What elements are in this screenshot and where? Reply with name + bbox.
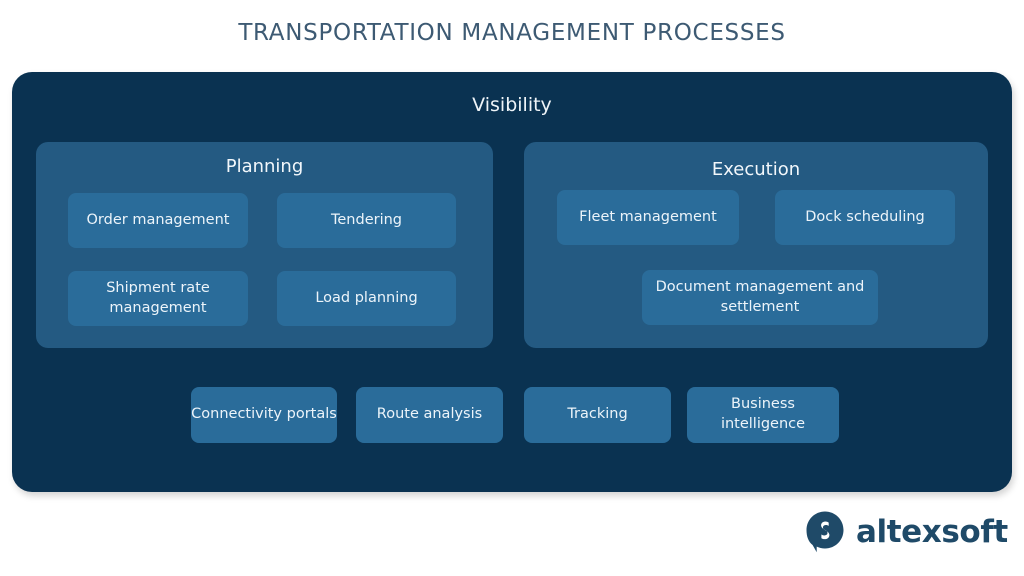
card-shipment-rate-management[interactable]: Shipment rate management: [68, 271, 248, 326]
card-connectivity-portals[interactable]: Connectivity portals: [191, 387, 337, 443]
group-planning: Planning Order management Tendering Ship…: [36, 142, 493, 348]
card-business-intelligence[interactable]: Business intelligence: [687, 387, 839, 443]
card-load-planning[interactable]: Load planning: [277, 271, 456, 326]
card-tracking[interactable]: Tracking: [524, 387, 671, 443]
speech-bubble-s-icon: [803, 510, 847, 554]
card-fleet-management[interactable]: Fleet management: [557, 190, 739, 245]
card-route-analysis[interactable]: Route analysis: [356, 387, 503, 443]
altexsoft-logo: altexsoft: [803, 510, 1008, 554]
visibility-panel: Visibility Planning Order management Ten…: [12, 72, 1012, 492]
card-order-management[interactable]: Order management: [68, 193, 248, 248]
group-title-planning: Planning: [225, 156, 304, 177]
logo-wordmark: altexsoft: [856, 513, 1008, 550]
page-title: TRANSPORTATION MANAGEMENT PROCESSES: [238, 20, 786, 46]
card-tendering[interactable]: Tendering: [277, 193, 456, 248]
group-execution: Execution Fleet management Dock scheduli…: [524, 142, 988, 348]
card-dock-scheduling[interactable]: Dock scheduling: [775, 190, 955, 245]
card-document-management-and-settlement[interactable]: Document management and settlement: [642, 270, 878, 325]
panel-title-visibility: Visibility: [472, 94, 552, 116]
group-title-execution: Execution: [711, 159, 801, 180]
